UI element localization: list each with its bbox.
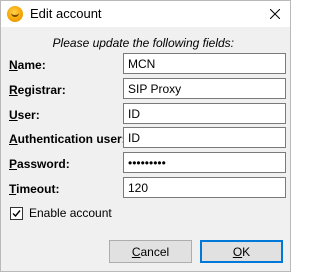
- name-field[interactable]: [123, 53, 286, 74]
- registrar-field[interactable]: [123, 78, 286, 99]
- checkmark-icon: [12, 209, 21, 217]
- instruction-text: Please update the following fields:: [52, 36, 234, 50]
- edit-account-dialog: Edit account Please update the following…: [0, 0, 291, 272]
- cancel-button[interactable]: Cancel: [109, 240, 192, 263]
- registrar-label: Registrar:: [9, 83, 66, 97]
- timeout-label: Timeout:: [9, 182, 60, 196]
- timeout-field[interactable]: [123, 177, 286, 198]
- window-title: Edit account: [30, 6, 102, 21]
- app-icon: [7, 6, 23, 22]
- close-button[interactable]: [260, 1, 290, 27]
- user-field[interactable]: [123, 103, 286, 124]
- auth-user-label: Authentication user:: [9, 132, 126, 146]
- user-label: User:: [9, 108, 40, 122]
- name-label: Name:: [9, 58, 46, 72]
- title-bar: Edit account: [1, 1, 290, 27]
- auth-user-field[interactable]: [123, 127, 286, 148]
- enable-account-checkbox[interactable]: [10, 206, 23, 220]
- password-field[interactable]: [123, 152, 286, 173]
- ok-button[interactable]: OK: [200, 240, 283, 263]
- close-icon: [270, 9, 280, 19]
- enable-account-row[interactable]: Enable account: [10, 206, 112, 220]
- enable-account-label: Enable account: [29, 206, 112, 220]
- dialog-content: Please update the following fields: Name…: [1, 27, 290, 271]
- password-label: Password:: [9, 157, 70, 171]
